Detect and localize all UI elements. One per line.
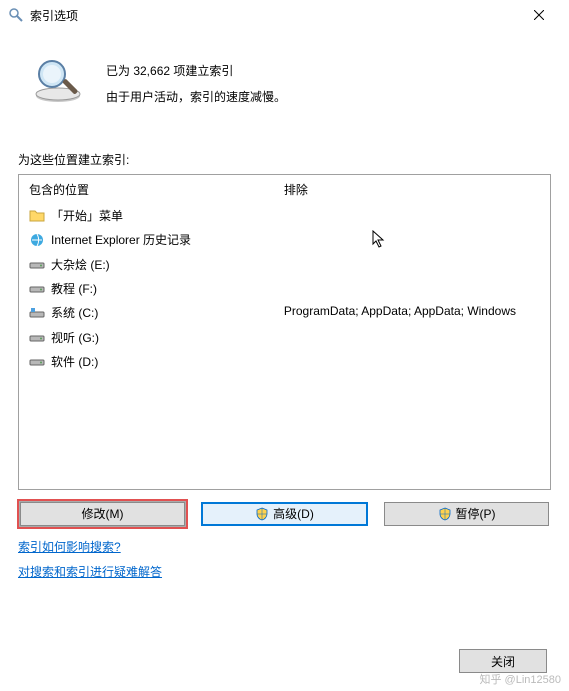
locations-groupbox: 包含的位置 「开始」菜单 Internet Explorer 历史记录 大杂烩 … — [18, 174, 551, 490]
list-item[interactable]: 视听 (G:) — [29, 326, 264, 350]
modify-button[interactable]: 修改(M) — [20, 502, 185, 526]
indexed-count-text: 已为 32,662 项建立索引 — [106, 58, 286, 84]
ie-icon — [29, 232, 45, 248]
shield-icon — [255, 507, 269, 521]
help-link-search[interactable]: 索引如何影响搜索? — [18, 538, 121, 555]
magnifier-icon — [28, 50, 88, 110]
list-item[interactable]: 大杂烩 (E:) — [29, 253, 264, 277]
indexing-speed-text: 由于用户活动，索引的速度减慢。 — [106, 84, 286, 110]
list-item[interactable]: 系统 (C:) — [29, 301, 264, 325]
status-row: 已为 32,662 项建立索引 由于用户活动，索引的速度减慢。 — [18, 50, 551, 111]
titlebar: 索引选项 — [0, 0, 569, 30]
footer: 关闭 — [459, 649, 547, 673]
location-label: 软件 (D:) — [51, 352, 98, 372]
help-links: 索引如何影响搜索? 对搜索和索引进行疑难解答 — [18, 538, 551, 588]
folder-icon — [29, 208, 45, 224]
close-icon — [534, 10, 544, 20]
close-button[interactable]: 关闭 — [459, 649, 547, 673]
location-label: 视听 (G:) — [51, 328, 99, 348]
system-drive-icon — [29, 306, 45, 322]
dialog-content: 已为 32,662 项建立索引 由于用户活动，索引的速度减慢。 为这些位置建立索… — [0, 30, 569, 588]
help-link-troubleshoot[interactable]: 对搜索和索引进行疑难解答 — [18, 563, 162, 580]
cursor-icon — [372, 230, 390, 248]
excluded-header: 排除 — [284, 181, 540, 198]
drive-icon — [29, 281, 45, 297]
exclusions-text: ProgramData; AppData; AppData; Windows — [284, 304, 540, 318]
advanced-button[interactable]: 高级(D) — [201, 502, 368, 526]
pause-button[interactable]: 暂停(P) — [384, 502, 549, 526]
locations-label: 为这些位置建立索引: — [18, 151, 551, 168]
window-close-button[interactable] — [517, 1, 561, 29]
location-label: 「开始」菜单 — [51, 206, 123, 226]
drive-icon — [29, 354, 45, 370]
list-item[interactable]: Internet Explorer 历史记录 — [29, 228, 264, 252]
watermark: 知乎 @Lin12580 — [480, 671, 562, 687]
shield-icon — [438, 507, 452, 521]
location-label: 系统 (C:) — [51, 303, 98, 323]
location-label: Internet Explorer 历史记录 — [51, 230, 191, 250]
modify-button-label: 修改(M) — [82, 505, 124, 522]
window-title: 索引选项 — [30, 7, 517, 24]
list-item[interactable]: 软件 (D:) — [29, 350, 264, 374]
location-label: 教程 (F:) — [51, 279, 97, 299]
list-item[interactable]: 「开始」菜单 — [29, 204, 264, 228]
excluded-column: 排除 ProgramData; AppData; AppData; Window… — [274, 175, 550, 489]
list-item[interactable]: 教程 (F:) — [29, 277, 264, 301]
drive-icon — [29, 257, 45, 273]
button-row: 修改(M) 高级(D) 暂停(P) — [18, 502, 551, 526]
drive-icon — [29, 330, 45, 346]
pause-button-label: 暂停(P) — [456, 505, 496, 522]
indexing-options-icon — [8, 7, 24, 23]
advanced-button-label: 高级(D) — [273, 505, 314, 522]
included-header: 包含的位置 — [29, 181, 264, 198]
status-text: 已为 32,662 项建立索引 由于用户活动，索引的速度减慢。 — [106, 50, 286, 111]
included-column: 包含的位置 「开始」菜单 Internet Explorer 历史记录 大杂烩 … — [19, 175, 274, 489]
location-label: 大杂烩 (E:) — [51, 255, 110, 275]
